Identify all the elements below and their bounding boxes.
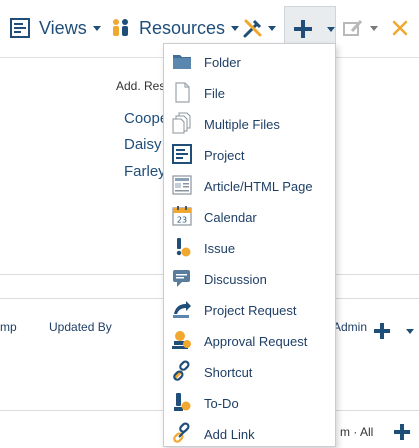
menu-item-label: Discussion [204, 272, 267, 287]
column-header-emp[interactable]: mp [0, 320, 17, 334]
page: Views Resources Add. Res Coope Daisy Far… [0, 0, 419, 448]
menu-item-approval-request[interactable]: Approval Request [164, 326, 335, 357]
article-icon [172, 175, 192, 195]
edit-icon [343, 19, 363, 36]
discussion-icon [173, 270, 190, 287]
views-label: Views [39, 17, 87, 38]
menu-item-file[interactable]: File [164, 78, 335, 109]
shortcut-icon [173, 360, 190, 381]
menu-item-label: Calendar [204, 210, 257, 225]
todo-icon [174, 393, 191, 411]
admin-add-icon[interactable] [373, 322, 391, 340]
approval-request-icon [172, 331, 191, 349]
menu-item-label: To-Do [204, 396, 239, 411]
file-icon [175, 82, 190, 103]
menu-item-project[interactable]: Project [164, 140, 335, 171]
edit-caret-icon [370, 25, 378, 31]
menu-item-label: Issue [204, 241, 236, 256]
add-resource-link[interactable]: Add. Res [116, 79, 165, 93]
tools-caret-icon [268, 25, 276, 31]
menu-item-calendar[interactable]: 23 Calendar [164, 202, 335, 233]
footer-add-icon[interactable] [393, 423, 411, 441]
add-caret-icon [327, 27, 335, 32]
menu-item-add-link[interactable]: Add Link [164, 419, 335, 448]
menu-item-label: Approval Request [204, 334, 308, 349]
resource-name[interactable]: Farley [124, 163, 166, 180]
menu-item-project-request[interactable]: Project Request [164, 295, 335, 326]
views-caret-icon [92, 25, 101, 31]
menu-item-label: Article/HTML Page [204, 179, 313, 194]
resources-label: Resources [139, 17, 226, 38]
menu-item-label: Multiple Files [204, 117, 280, 132]
menu-item-discussion[interactable]: Discussion [164, 264, 335, 295]
tools-icon [243, 19, 262, 38]
resources-icon [113, 19, 128, 36]
column-header-updated-by[interactable]: Updated By [49, 320, 112, 334]
close-icon [392, 20, 408, 36]
issue-icon [176, 238, 191, 257]
project-icon [172, 144, 192, 164]
admin-caret-icon[interactable] [406, 329, 414, 334]
menu-item-multiple-files[interactable]: Multiple Files [164, 109, 335, 140]
menu-item-label: Project Request [204, 303, 297, 318]
menu-item-label: Shortcut [204, 365, 253, 380]
views-icon [10, 18, 30, 38]
menu-item-shortcut[interactable]: Shortcut [164, 357, 335, 388]
menu-item-label: Add Link [204, 427, 255, 442]
close-button[interactable] [392, 12, 408, 44]
menu-item-issue[interactable]: Issue [164, 233, 335, 264]
multiple-files-icon [172, 112, 191, 134]
column-header-admin[interactable]: Admin [333, 320, 367, 334]
menu-item-article[interactable]: Article/HTML Page [164, 171, 335, 202]
tools-button[interactable] [242, 12, 276, 44]
add-link-icon [173, 422, 190, 443]
add-dropdown-menu: Folder File Multiple Files Project Artic… [163, 43, 336, 447]
footer-text: m · All [340, 425, 374, 439]
folder-icon [173, 55, 191, 69]
resources-caret-icon [231, 25, 240, 31]
project-request-icon [173, 301, 191, 318]
views-button[interactable]: Views [10, 12, 101, 44]
edit-button[interactable] [342, 12, 378, 44]
menu-item-todo[interactable]: To-Do [164, 388, 335, 419]
menu-item-label: Project [204, 148, 245, 163]
calendar-icon: 23 [172, 206, 192, 226]
plus-icon [294, 20, 312, 38]
svg-text:23: 23 [177, 216, 187, 225]
menu-item-label: Folder [204, 55, 241, 70]
resource-name[interactable]: Daisy [124, 136, 162, 153]
resource-name[interactable]: Coope [124, 110, 168, 127]
menu-item-folder[interactable]: Folder [164, 47, 335, 78]
resources-button[interactable]: Resources [110, 12, 240, 44]
menu-item-label: File [204, 86, 225, 101]
